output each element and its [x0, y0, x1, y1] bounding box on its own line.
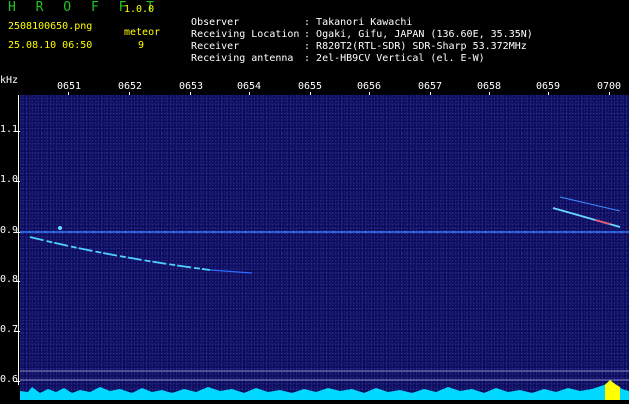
- noise-level-strip: [20, 381, 629, 400]
- spectrogram-canvas: [20, 196, 629, 400]
- noise-peak-highlight: [605, 380, 620, 400]
- y-axis-unit: kHz: [0, 75, 19, 86]
- x-tick-label: 0700: [597, 81, 622, 92]
- spectrogram: [20, 95, 629, 400]
- date-time: 25.08.10 06:50: [8, 40, 93, 51]
- x-tick-label: 0658: [477, 81, 502, 92]
- x-tick-label: 0652: [118, 81, 143, 92]
- x-tick-label: 0656: [357, 81, 382, 92]
- file-name: 2508100650.png: [8, 21, 93, 32]
- x-tick-label: 0655: [298, 81, 323, 92]
- meteor-trace: [29, 236, 211, 271]
- colon: :: [304, 53, 311, 64]
- y-tick-label: 0.8: [0, 274, 19, 285]
- meteor-count: 9: [138, 40, 145, 51]
- info-label: Receiving antenna: [191, 53, 294, 64]
- x-tick-label: 0653: [179, 81, 204, 92]
- y-axis-line: [18, 95, 19, 385]
- y-tick-label: 0.7: [0, 324, 19, 335]
- meteor-label: meteor: [124, 27, 161, 38]
- x-tick-label: 0659: [536, 81, 561, 92]
- y-tick-label: 0.9: [0, 225, 19, 236]
- info-row-antenna: Receiving antenna:2el-HB9CV Vertical (el…: [179, 41, 485, 65]
- x-tick-label: 0657: [418, 81, 443, 92]
- x-tick-label: 0651: [57, 81, 82, 92]
- info-value: 2el-HB9CV Vertical (el. E-W): [316, 53, 485, 64]
- meteor-trace-core: [594, 219, 611, 225]
- y-tick-label: 0.6: [0, 374, 19, 385]
- signal-blip: [58, 226, 62, 230]
- app-version: 1.0.0: [124, 4, 155, 15]
- y-tick-label: 1.1: [0, 124, 19, 135]
- x-tick-label: 0654: [237, 81, 262, 92]
- meteor-trace-tail: [209, 269, 253, 274]
- meteor-trace-faint: [559, 196, 621, 212]
- y-tick-label: 1.0: [0, 174, 19, 185]
